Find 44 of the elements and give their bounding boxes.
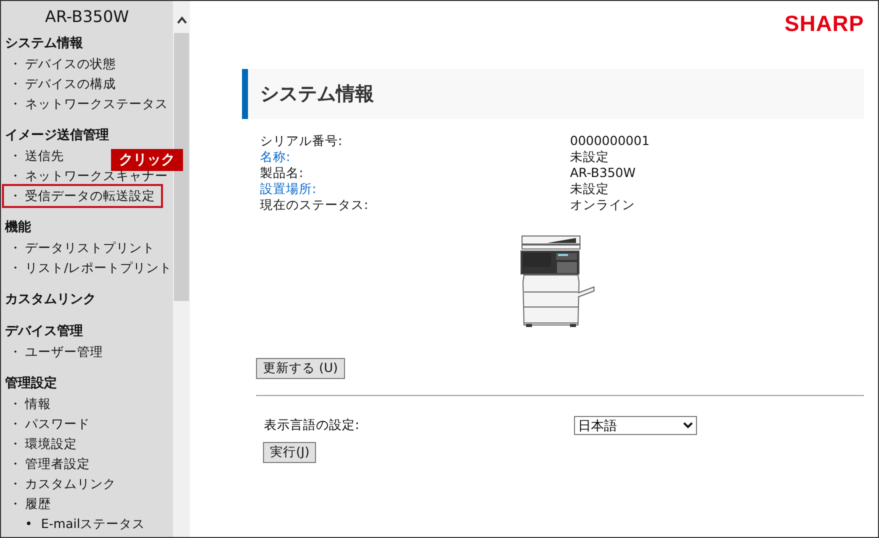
execute-button[interactable]: 実行(J) [263,442,316,463]
info-link[interactable]: 名称: [260,149,570,165]
sidebar-item[interactable]: ・ 環境設定 [9,434,77,454]
sidebar-item[interactable]: ・ デバイスの状態 [9,54,116,74]
scrollbar[interactable] [173,1,190,537]
chevron-down-icon [683,422,693,429]
sidebar-item[interactable]: ・ リスト/レポートプリント [9,258,172,278]
sidebar-item[interactable]: ・ 受信データの転送設定 [4,186,161,206]
info-value: 未設定 [570,181,610,197]
language-label: 表示言語の設定: [264,417,360,434]
sidebar-item[interactable]: ・ データリストプリント [9,238,155,258]
sidebar-item[interactable]: • E-mailステータス [25,514,146,534]
info-value: 未設定 [570,149,610,165]
sidebar-heading: カスタムリンク [4,291,97,309]
sidebar-item[interactable]: ・ 送信先 [9,146,64,166]
sidebar-item[interactable]: ・ カスタムリンク [9,474,116,494]
sidebar-heading: イメージ送信管理 [4,127,110,145]
sidebar-item[interactable]: ・ ネットワークステータス [9,94,168,114]
info-value: オンライン [570,197,636,213]
sidebar-item[interactable]: ・ 管理者設定 [9,454,90,474]
scroll-thumb[interactable] [174,33,189,301]
info-label: 製品名: [260,165,304,181]
printer-icon [520,235,596,327]
info-label: 現在のステータス: [260,197,370,213]
sidebar-heading: システム情報 [4,35,84,53]
scroll-up-icon[interactable] [176,15,188,25]
sidebar-heading: デバイス管理 [4,323,84,341]
sidebar-item[interactable]: ・ デバイスの構成 [9,74,116,94]
sidebar-heading: 機能 [4,219,32,237]
sidebar-item[interactable]: ・ 情報 [9,394,51,414]
brand-logo: SHARP [784,11,864,38]
info-label: シリアル番号: [260,133,344,149]
info-link[interactable]: 設置場所: [260,181,570,197]
info-value: AR-B350W [570,165,637,181]
sidebar-item[interactable]: ・ パスワード [9,414,90,434]
sidebar-item[interactable]: ・ 履歴 [9,494,51,514]
language-select[interactable]: 日本語 [574,416,697,435]
refresh-button[interactable]: 更新する (U) [256,358,345,379]
model-name: AR-B350W [44,6,130,28]
callout-label: クリック [111,149,183,171]
sidebar-heading: 管理設定 [4,374,58,393]
page-title: システム情報 [242,69,864,119]
info-value: 0000000001 [570,133,651,149]
sidebar-item[interactable]: ・ ユーザー管理 [9,342,103,362]
